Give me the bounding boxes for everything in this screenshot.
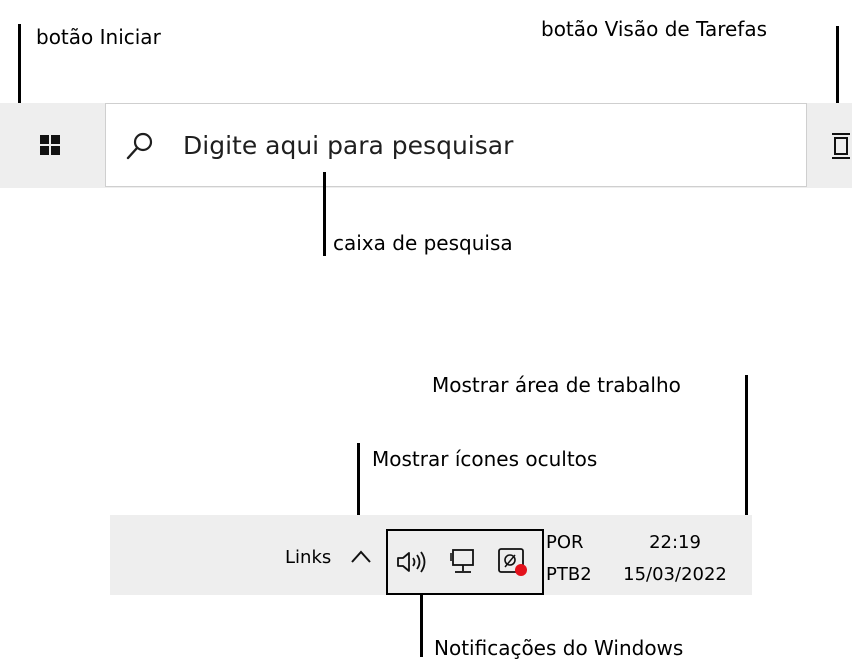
- notifications-annotation-line: [420, 595, 423, 657]
- language-indicator[interactable]: POR PTB2: [546, 527, 592, 591]
- notification-icons-box: [386, 529, 544, 595]
- taskbar: Digite aqui para pesquisar: [0, 103, 852, 188]
- task-view-button[interactable]: [807, 103, 852, 188]
- search-annotation-label: caixa de pesquisa: [333, 231, 513, 255]
- clock[interactable]: 22:19 15/03/2022: [610, 527, 740, 591]
- hidden-icons-annotation-line: [357, 443, 360, 525]
- start-button[interactable]: [0, 103, 105, 188]
- search-annotation-line: [323, 172, 326, 256]
- speaker-icon[interactable]: [396, 549, 430, 575]
- language-code: POR: [546, 532, 584, 553]
- search-placeholder: Digite aqui para pesquisar: [183, 131, 514, 160]
- search-icon: [126, 132, 153, 160]
- show-desktop-annotation-label: Mostrar área de trabalho: [432, 373, 681, 397]
- keyboard-layout: PTB2: [546, 564, 592, 585]
- task-view-icon: [832, 133, 850, 159]
- task-view-annotation-label: botão Visão de Tarefas: [541, 17, 768, 41]
- chevron-up-icon[interactable]: [350, 548, 372, 564]
- links-toolbar[interactable]: Links: [285, 547, 331, 569]
- windows-logo-icon: [40, 135, 60, 155]
- hidden-icons-annotation-label: Mostrar ícones ocultos: [372, 447, 598, 471]
- search-box[interactable]: Digite aqui para pesquisar: [105, 103, 807, 187]
- notifications-annotation-label: Notificações do Windows: [434, 636, 684, 660]
- notification-app-icon[interactable]: [496, 547, 530, 577]
- show-desktop-annotation-line: [745, 375, 748, 523]
- clock-time: 22:19: [649, 532, 701, 553]
- start-annotation-label: botão Iniciar: [36, 25, 161, 49]
- system-tray: Links POR PTB2 22:19 15/03/2022: [110, 515, 752, 595]
- clock-date: 15/03/2022: [623, 564, 727, 585]
- network-icon[interactable]: [448, 548, 478, 576]
